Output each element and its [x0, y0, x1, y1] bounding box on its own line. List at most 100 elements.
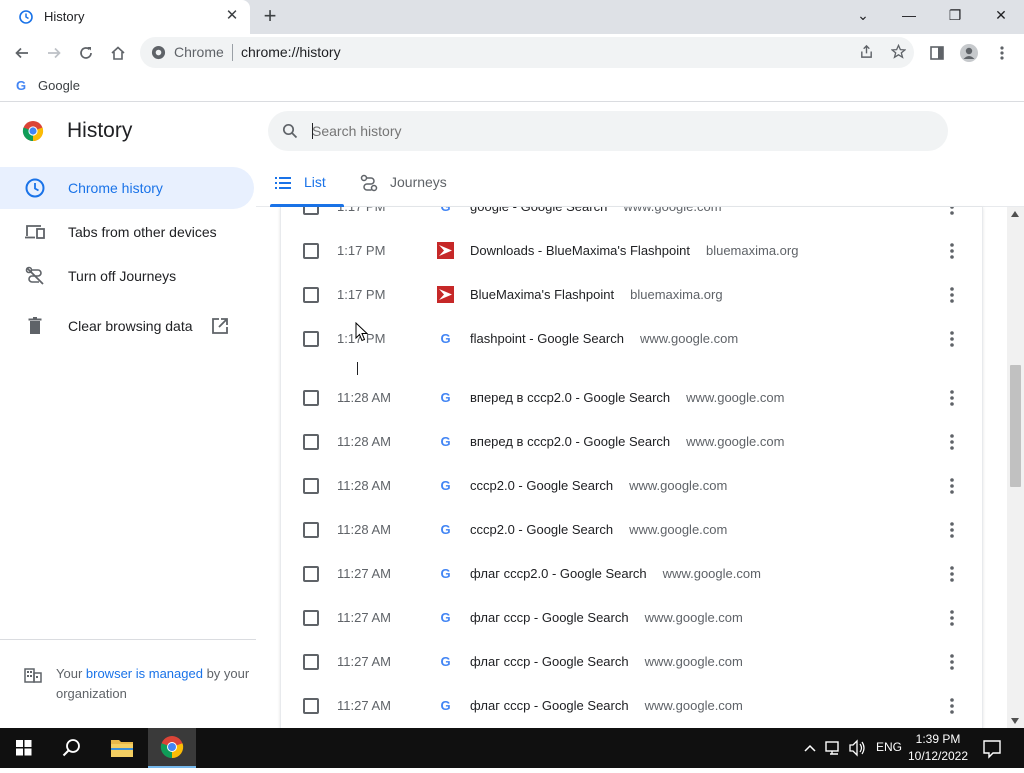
row-checkbox[interactable] — [303, 610, 319, 626]
row-checkbox[interactable] — [303, 434, 319, 450]
reload-icon — [80, 47, 92, 59]
row-title-link[interactable]: флаг ссср - Google Search www.google.com — [470, 654, 743, 669]
scroll-down-arrow-icon[interactable] — [1011, 718, 1019, 724]
row-time: 11:27 AM — [337, 610, 391, 625]
forward-button[interactable] — [41, 40, 67, 66]
history-row[interactable]: 11:28 AM Gссср2.0 - Google Search www.goog… — [281, 508, 982, 552]
back-button[interactable] — [9, 40, 35, 66]
row-time: 1:17 PM — [337, 207, 385, 214]
row-title: флаг ссср - Google Search — [470, 654, 629, 669]
profile-button[interactable] — [956, 40, 982, 66]
chrome-taskbar-button[interactable] — [148, 728, 196, 768]
row-more-actions-icon[interactable] — [941, 387, 963, 409]
history-row[interactable]: 1:17 PM Gflashpoint - Google Search www.go… — [281, 317, 982, 361]
history-row[interactable]: 1:17 PM Ggoogle - Google Search www.google… — [281, 207, 982, 229]
history-row[interactable]: 11:27 AM Gфлаг ссср - Google Search www.go… — [281, 640, 982, 684]
history-row[interactable]: 1:17 PM Downloads - BlueMaxima's Flashpoi… — [281, 229, 982, 273]
scrollbar-thumb[interactable] — [1010, 365, 1021, 487]
close-window-button[interactable]: ✕ — [978, 0, 1024, 30]
history-row[interactable]: 11:28 AM Gссср2.0 - Google Search www.goog… — [281, 464, 982, 508]
managed-link[interactable]: browser is managed — [86, 666, 203, 681]
google-favicon-icon: G — [440, 331, 450, 346]
tab-history[interactable]: History ✕ — [0, 0, 250, 34]
side-panel-button[interactable] — [924, 40, 950, 66]
bookmark-star-button[interactable] — [887, 41, 909, 63]
volume-button[interactable] — [846, 728, 868, 768]
sidebar-item-label: Chrome history — [68, 180, 163, 196]
row-more-actions-icon[interactable] — [941, 475, 963, 497]
row-more-actions-icon[interactable] — [941, 519, 963, 541]
taskbar-clock[interactable]: 1:39 PM 10/12/2022 — [898, 731, 978, 765]
row-more-actions-icon[interactable] — [941, 695, 963, 717]
sidebar-item-clear-browsing-data[interactable]: Clear browsing data — [0, 305, 254, 347]
history-row[interactable]: 11:27 AM Gфлаг ссср2.0 - Google Search www… — [281, 552, 982, 596]
row-more-actions-icon[interactable] — [941, 431, 963, 453]
row-title-link[interactable]: флаг ссср - Google Search www.google.com — [470, 610, 743, 625]
restore-button[interactable]: ❐ — [932, 0, 978, 30]
notifications-button[interactable] — [980, 728, 1004, 768]
row-title-link[interactable]: флаг ссср - Google Search www.google.com — [470, 698, 743, 713]
row-more-actions-icon[interactable] — [941, 651, 963, 673]
network-button[interactable] — [822, 728, 844, 768]
sidebar-item-turn-off-journeys[interactable]: Turn off Journeys — [0, 255, 254, 297]
history-row[interactable]: 11:27 AM Gфлаг ссср - Google Search www.go… — [281, 684, 982, 728]
minimize-button[interactable]: — — [886, 0, 932, 30]
row-more-actions-icon[interactable] — [941, 240, 963, 262]
share-button[interactable] — [855, 41, 877, 63]
new-tab-button[interactable]: + — [259, 5, 281, 27]
tab-search-button[interactable]: ⌄ — [840, 0, 886, 30]
row-title-link[interactable]: google - Google Search www.google.com — [470, 207, 722, 214]
row-checkbox[interactable] — [303, 522, 319, 538]
scrollbar[interactable] — [1007, 207, 1024, 728]
url-text[interactable]: chrome://history — [241, 44, 341, 60]
history-row[interactable]: 11:28 AM Gвперед в ссср2.0 - Google Searc… — [281, 420, 982, 464]
show-hidden-icons-button[interactable] — [800, 728, 820, 768]
row-title-link[interactable]: флаг ссср2.0 - Google Search www.google.c… — [470, 566, 761, 581]
row-checkbox[interactable] — [303, 207, 319, 215]
row-more-actions-icon[interactable] — [941, 284, 963, 306]
sidebar-item-label: Turn off Journeys — [68, 268, 177, 284]
row-checkbox[interactable] — [303, 390, 319, 406]
row-checkbox[interactable] — [303, 654, 319, 670]
history-row[interactable]: 11:27 AM Gфлаг ссср - Google Search www.go… — [281, 596, 982, 640]
history-row[interactable]: 1:17 PM BlueMaxima's Flashpoint bluemaxima… — [281, 273, 982, 317]
taskbar-search-button[interactable] — [48, 728, 96, 768]
back-arrow-icon — [15, 47, 28, 59]
home-button[interactable] — [105, 40, 131, 66]
row-title-link[interactable]: ссср2.0 - Google Search www.google.com — [470, 478, 727, 493]
history-row[interactable]: 11:28 AM Gвперед в ссср2.0 - Google Searc… — [281, 376, 982, 420]
row-title-link[interactable]: Downloads - BlueMaxima's Flashpoint bluem… — [470, 243, 798, 258]
start-button[interactable] — [0, 728, 48, 768]
row-title-link[interactable]: вперед в ссср2.0 - Google Search www.goog… — [470, 390, 784, 405]
row-more-actions-icon[interactable] — [941, 563, 963, 585]
row-title-link[interactable]: BlueMaxima's Flashpoint bluemaxima.org — [470, 287, 723, 302]
notification-icon — [983, 740, 1001, 759]
row-checkbox[interactable] — [303, 478, 319, 494]
forward-arrow-icon — [48, 47, 61, 59]
tab-close-icon[interactable]: ✕ — [222, 6, 242, 26]
row-title-link[interactable]: вперед в ссср2.0 - Google Search www.goog… — [470, 434, 784, 449]
row-time: 11:28 AM — [337, 390, 391, 405]
sidebar-item-chrome-history[interactable]: Chrome history — [0, 167, 254, 209]
address-bar[interactable]: Chrome chrome://history — [140, 37, 914, 68]
row-checkbox[interactable] — [303, 243, 319, 259]
row-more-actions-icon[interactable] — [941, 207, 963, 218]
row-more-actions-icon[interactable] — [941, 328, 963, 350]
row-checkbox[interactable] — [303, 287, 319, 303]
row-checkbox[interactable] — [303, 566, 319, 582]
menu-button[interactable] — [989, 40, 1015, 66]
row-checkbox[interactable] — [303, 331, 319, 347]
row-title-link[interactable]: flashpoint - Google Search www.google.com — [470, 331, 738, 346]
search-input[interactable] — [312, 119, 912, 143]
svg-text:G: G — [440, 207, 450, 214]
chrome-chip-label: Chrome — [174, 44, 224, 60]
sidebar-item-tabs-other-devices[interactable]: Tabs from other devices — [0, 211, 254, 253]
folder-icon — [111, 740, 133, 757]
scroll-up-arrow-icon[interactable] — [1011, 211, 1019, 217]
row-title-link[interactable]: ссср2.0 - Google Search www.google.com — [470, 522, 727, 537]
search-history-field[interactable] — [268, 111, 948, 151]
reload-button[interactable] — [73, 40, 99, 66]
row-more-actions-icon[interactable] — [941, 607, 963, 629]
file-explorer-button[interactable] — [98, 728, 146, 768]
row-checkbox[interactable] — [303, 698, 319, 714]
